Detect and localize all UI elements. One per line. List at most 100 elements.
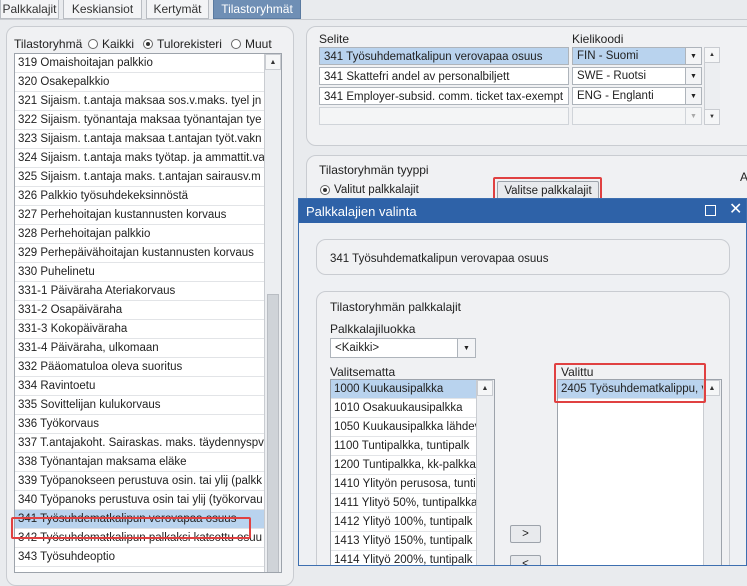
tilastoryhma-list[interactable]: 319 Omaishoitajan palkkio 320 Osakepalkki… [14,53,282,573]
close-icon[interactable]: ✕ [729,200,742,220]
tab-kertymat[interactable]: Kertymät [146,0,209,19]
add-button[interactable]: > [510,525,541,543]
selite-header: Selite [319,32,350,46]
radio-kaikki[interactable]: Kaikki [88,37,134,51]
tilastoryhma-list-item[interactable]: 336 Työkorvaus [15,415,265,434]
unselected-list-item[interactable]: 1200 Tuntipalkka, kk-palkkai [331,456,477,475]
tyyppi-title: Tilastoryhmän tyyppi [319,163,429,177]
radio-kaikki-circle[interactable] [88,39,98,49]
unselected-list-item[interactable]: 1000 Kuukausipalkka [331,380,477,399]
radio-valitut-palkkalajit[interactable]: Valitut palkkalajit [320,184,419,196]
tilastoryhma-scrollbar[interactable]: ▲ [264,54,281,572]
lang-combo-3-value: ENG - Englanti [577,90,654,102]
tilastoryhma-list-item[interactable]: 329 Perhepäivähoitajan kustannusten korv… [15,244,265,263]
radio-tulorekisteri-circle[interactable] [143,39,153,49]
scroll-up-icon[interactable]: ▲ [265,54,281,70]
selite-row-3[interactable]: 341 Employer-subsid. comm. ticket tax-ex… [319,87,569,105]
chevron-down-icon[interactable]: ▼ [685,108,701,124]
unselected-list-item[interactable]: 1412 Ylityö 100%, tuntipalk [331,513,477,532]
radio-valitut-circle[interactable] [320,185,330,195]
tyyppi-right-letter: A [740,170,747,184]
maximize-icon[interactable] [705,205,716,216]
chevron-down-icon[interactable]: ▼ [457,339,475,357]
tilastoryhma-list-item[interactable]: 339 Työpanokseen perustuva osin. tai yli… [15,472,265,491]
radio-muut[interactable]: Muut [231,37,272,51]
highlight-valittu [554,363,706,403]
tab-bar: Palkkalajit Keskiansiot Kertymät Tilasto… [0,0,747,20]
unselected-label: Valitsematta [330,365,396,379]
class-combo[interactable]: <Kaikki> ▼ [330,338,476,358]
radio-muut-circle[interactable] [231,39,241,49]
tilastoryhma-list-item[interactable]: 331-4 Päiväraha, ulkomaan [15,339,265,358]
tilastoryhma-label: Tilastoryhmä [14,37,83,51]
scroll-up-icon[interactable]: ▲ [704,380,720,396]
unselected-scrollbar[interactable]: ▲ [476,380,494,565]
radio-muut-label: Muut [245,37,272,51]
tilastoryhma-list-item[interactable]: 319 Omaishoitajan palkkio [15,54,265,73]
tilastoryhma-list-item[interactable]: 343 Työsuhdeoptio [15,548,265,567]
radio-tulorekisteri-label: Tulorekisteri [157,37,222,51]
selite-row-empty[interactable] [319,107,569,125]
tilastoryhma-list-item[interactable]: 337 T.antajakoht. Sairaskas. maks. täyde… [15,434,265,453]
selite-panel [306,26,747,146]
selite-row-2[interactable]: 341 Skattefri andel av personalbiljett [319,67,569,85]
lang-combo-1[interactable]: FIN - Suomi ▼ [572,47,702,65]
tilastoryhma-list-item[interactable]: 328 Perhehoitajan palkkio [15,225,265,244]
selite-scrollbar[interactable]: ▲ ▼ [704,47,720,125]
tilastoryhma-list-item[interactable]: 335 Sovittelijan kulukorvaus [15,396,265,415]
tilastoryhma-list-item[interactable]: 334 Ravintoetu [15,377,265,396]
tab-keskiansiot[interactable]: Keskiansiot [63,0,142,19]
lang-combo-2-value: SWE - Ruotsi [577,70,647,82]
unselected-list-item[interactable]: 1050 Kuukausipalkka lähdev [331,418,477,437]
remove-button[interactable]: < [510,555,541,565]
scroll-thumb[interactable] [267,294,279,572]
radio-kaikki-label: Kaikki [102,37,135,51]
unselected-list-item[interactable]: 1100 Tuntipalkka, tuntipalk [331,437,477,456]
unselected-list-item[interactable]: 1411 Ylityö 50%, tuntipalkka [331,494,477,513]
tilastoryhma-list-item[interactable]: 330 Puhelinetu [15,263,265,282]
tilastoryhma-list-item[interactable]: 331-1 Päiväraha Ateriakorvaus [15,282,265,301]
tilastoryhma-list-item[interactable]: 326 Palkkio työsuhdekeksinnöstä [15,187,265,206]
tilastoryhma-list-item[interactable]: 331-3 Kokopäiväraha [15,320,265,339]
selite-row-1[interactable]: 341 Työsuhdematkalipun verovapaa osuus [319,47,569,65]
lang-combo-1-value: FIN - Suomi [577,50,639,62]
tilastoryhma-list-item[interactable]: 332 Pääomatuloa oleva suoritus [15,358,265,377]
scroll-down-icon[interactable]: ▼ [704,109,720,125]
lang-combo-2[interactable]: SWE - Ruotsi ▼ [572,67,702,85]
tilastoryhma-list-item[interactable]: 338 Työnantajan maksama eläke [15,453,265,472]
tilastoryhma-list-item[interactable]: 324 Sijaism. t.antaja maks työtap. ja am… [15,149,265,168]
kielikoodi-header: Kielikoodi [572,32,624,46]
unselected-list-item[interactable]: 1410 Ylityön perusosa, tunti [331,475,477,494]
tilastoryhma-list-item[interactable]: 340 Työpanoks perustuva osin tai ylij (t… [15,491,265,510]
lang-combo-3[interactable]: ENG - Englanti ▼ [572,87,702,105]
unselected-list-item[interactable]: 1414 Ylityö 200%, tuntipalk [331,551,477,565]
class-label: Palkkalajiluokka [330,322,416,336]
radio-valitut-label: Valitut palkkalajit [334,184,419,196]
tilastoryhma-list-item[interactable]: 331-2 Osapäiväraha [15,301,265,320]
tab-palkkalajit[interactable]: Palkkalajit [0,0,59,19]
tab-tilastoryhmat[interactable]: Tilastoryhmät [213,0,301,19]
scroll-up-icon[interactable]: ▲ [477,380,493,396]
unselected-list-item[interactable]: 1010 Osakuukausipalkka [331,399,477,418]
group-title: Tilastoryhmän palkkalajit [330,300,461,314]
radio-tulorekisteri[interactable]: Tulorekisteri [143,37,222,51]
unselected-list[interactable]: 1000 Kuukausipalkka 1010 Osakuukausipalkk… [330,379,495,565]
lang-combo-empty[interactable]: ▼ [572,107,702,125]
selected-scrollbar[interactable]: ▲ [703,380,721,565]
unselected-list-item[interactable]: 1413 Ylityö 150%, tuntipalk [331,532,477,551]
tilastoryhma-list-item[interactable]: 323 Sijaism. t.antaja maksaa t.antajan t… [15,130,265,149]
chevron-down-icon[interactable]: ▼ [685,48,701,64]
palkkalajien-valinta-dialog: Palkkalajien valinta ✕ 341 Työsuhdematka… [298,198,747,566]
dialog-titlebar: Palkkalajien valinta ✕ [299,199,746,223]
tilastoryhma-list-item[interactable]: 321 Sijaism. t.antaja maksaa sos.v.maks.… [15,92,265,111]
tilastoryhma-list-item[interactable]: 327 Perhehoitajan kustannusten korvaus [15,206,265,225]
highlight-341 [11,517,251,539]
scroll-up-icon[interactable]: ▲ [704,47,720,63]
chevron-down-icon[interactable]: ▼ [685,88,701,104]
tilastoryhma-list-item[interactable]: 325 Sijaism. t.antaja maks. t.antajan sa… [15,168,265,187]
chevron-down-icon[interactable]: ▼ [685,68,701,84]
class-combo-value: <Kaikki> [335,342,380,354]
selected-list[interactable]: 2405 Työsuhdematkalippu, v ▲ [557,379,722,565]
tilastoryhma-list-item[interactable]: 322 Sijaism. työnantaja maksaa työnantaj… [15,111,265,130]
tilastoryhma-list-item[interactable]: 320 Osakepalkkio [15,73,265,92]
